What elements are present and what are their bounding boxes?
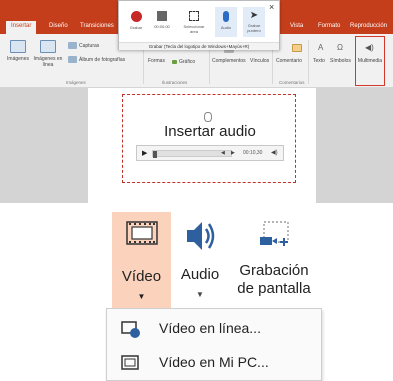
slide-title: Insertar audio [164,123,256,140]
back-icon[interactable]: ◀ [221,150,225,156]
picture-icon[interactable] [10,40,26,53]
powerpoint-window: Insertar Diseño Transiciones Vista Forma… [0,0,393,203]
group-comentarios: Comentarios [279,80,305,85]
video-dropdown-menu: Vídeo en línea... Vídeo en Mi PC... [106,308,322,381]
texto-button[interactable]: Texto [313,58,325,64]
player-time: 00:10,30 [243,150,263,156]
record-button[interactable]: Grabar [125,7,147,37]
multimedia-zoom: Vídeo ▼ Audio ▼ Grabación de pantalla Ví… [0,203,393,381]
forward-icon[interactable]: ▶ [231,150,235,156]
play-icon[interactable]: ▶ [142,149,147,157]
menu-item-label: Vídeo en Mi PC... [159,354,269,370]
audio-object-icon [204,112,212,122]
group-imagenes: Imágenes [66,80,86,85]
screenshot-icon[interactable] [68,42,77,49]
tab-insertar[interactable]: Insertar [6,21,37,34]
menu-item-label: Vídeo en línea... [159,320,261,336]
tab-reproduccion[interactable]: Reproducción [350,23,387,29]
comentario-button[interactable]: Comentario [276,58,302,64]
screen-recording-button[interactable]: Grabación de pantalla [229,212,319,312]
audio-scrubber[interactable] [153,151,157,158]
text-icon[interactable]: A [318,43,323,52]
speaker-icon [187,222,215,250]
audio-button[interactable]: Audio ▼ [174,212,226,312]
select-area-label: Seleccionar área [183,24,205,34]
screen-recording-toolbar: Grabar 00:00:00 Seleccionar área Audio ➤… [118,0,280,50]
pointer-icon: ➤ [249,10,259,21]
close-icon[interactable]: × [269,2,274,12]
record-label: Grabar [129,25,143,30]
online-picture-icon[interactable] [40,40,56,53]
formas-button[interactable]: Formas [148,58,165,64]
multimedia-button[interactable]: Multimedia [356,58,384,64]
video-label: Vídeo [121,268,162,285]
chevron-down-icon: ▼ [137,292,146,301]
group-ilustraciones: Ilustraciones [162,80,188,85]
complementos-button[interactable]: Complementos [212,58,246,64]
microphone-icon [223,11,229,22]
menu-item-online-video[interactable]: Vídeo en línea... [107,313,321,345]
album-button[interactable]: Álbum de fotografías [79,57,125,63]
divider [308,40,309,84]
capturas-button[interactable]: Capturas [79,43,99,49]
omega-icon[interactable]: Ω [337,43,343,52]
audio-label: Audio [180,266,220,283]
online-video-icon [121,321,140,338]
record-time: 00:00:00 [154,24,170,29]
simbolos-button[interactable]: Símbolos [330,58,351,64]
photo-album-icon[interactable] [68,56,77,63]
record-icon [130,11,142,22]
film-icon [125,221,158,245]
imagenes-linea-button[interactable]: Imágenes en línea [33,56,63,68]
audio-toggle[interactable]: Audio [215,7,237,37]
tab-transiciones[interactable]: Transiciones [80,23,114,29]
video-button[interactable]: Vídeo ▼ [112,212,171,312]
stop-button[interactable]: 00:00:00 [151,7,173,37]
speaker-icon[interactable]: ◀) [365,43,374,52]
stop-icon [157,11,167,21]
grafico-button[interactable]: Gráfico [179,59,195,65]
select-area-icon [189,11,199,21]
audio-progress-bar[interactable] [152,150,232,158]
record-pointer-toggle[interactable]: ➤ Grabar puntero [243,7,265,37]
audio-player[interactable]: ▶ ◀ ▶ 00:10,30 ◀) [136,145,284,161]
comment-icon[interactable] [292,44,302,52]
screen-record-icon [260,221,289,246]
chevron-down-icon: ▼ [196,290,204,299]
imagenes-button[interactable]: Imágenes [2,56,34,62]
de-pantalla-label: de pantalla [237,280,311,297]
select-area-button[interactable]: Seleccionar área [181,7,207,37]
tab-vista[interactable]: Vista [290,23,303,29]
record-pointer-label: Grabar puntero [247,23,261,33]
chart-icon [172,60,177,64]
tab-diseno[interactable]: Diseño [49,23,68,29]
tab-formato[interactable]: Formato [318,23,340,29]
grabacion-label: Grabación [239,262,309,279]
vinculos-button[interactable]: Vínculos [250,58,269,64]
volume-icon[interactable]: ◀) [271,149,278,156]
audio-placeholder[interactable]: Insertar audio ▶ ◀ ▶ 00:10,30 ◀) [122,94,296,183]
pc-video-icon [121,355,139,370]
audio-label: Audio [220,25,232,30]
record-tooltip: Grabar (Tecla del logotipo de Windows+Ma… [119,42,279,50]
menu-item-video-pc[interactable]: Vídeo en Mi PC... [107,347,321,379]
